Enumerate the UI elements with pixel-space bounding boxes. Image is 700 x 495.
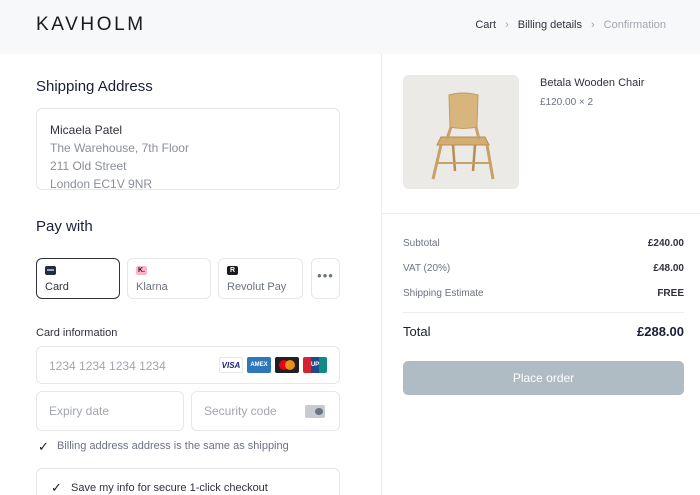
amex-icon: AMEX	[247, 357, 271, 373]
breadcrumb-billing-details[interactable]: Billing details	[518, 19, 582, 31]
expiry-date-input[interactable]: Expiry date	[36, 391, 184, 431]
breadcrumb-cart[interactable]: Cart	[475, 19, 496, 31]
total-row: Total £288.00	[403, 324, 684, 339]
more-dots-icon: •••	[317, 268, 334, 283]
shipping-estimate-label: Shipping Estimate	[403, 288, 484, 299]
product-image	[403, 75, 519, 189]
chevron-right-icon: ›	[590, 19, 595, 31]
address-line-3: London EC1V 9NR	[50, 177, 153, 190]
visa-icon: VISA	[219, 357, 243, 373]
mastercard-icon	[275, 357, 299, 373]
address-line-1: The Warehouse, 7th Floor	[50, 141, 189, 155]
product-price: £120.00 × 2	[540, 97, 594, 108]
brand-logo[interactable]: KAVHOLM	[36, 14, 146, 36]
vat-label: VAT (20%)	[403, 263, 451, 274]
payment-method-label: Card	[45, 281, 69, 293]
billing-same-checkbox[interactable]: ✓	[38, 440, 51, 453]
address-line-2: 211 Old Street	[50, 159, 127, 173]
unionpay-icon: UP	[303, 357, 327, 373]
card-brands: VISA AMEX UP	[219, 357, 327, 373]
chair-image	[403, 75, 519, 189]
top-bar: KAVHOLM Cart › Billing details › Confirm…	[0, 0, 700, 54]
payment-method-label: Klarna	[136, 281, 168, 293]
summary-divider	[382, 213, 700, 214]
shipping-name: Micaela Patel	[50, 123, 123, 137]
shipping-address-heading: Shipping Address	[36, 78, 153, 95]
subtotal-row: Subtotal £240.00	[403, 238, 684, 249]
klarna-icon: K.	[136, 266, 147, 275]
payment-method-label: Revolut Pay	[227, 281, 287, 293]
shipping-address-card[interactable]: Micaela Patel The Warehouse, 7th Floor 2…	[36, 108, 340, 190]
shipping-estimate-value: FREE	[657, 288, 684, 299]
product-name: Betala Wooden Chair	[540, 77, 645, 89]
column-divider	[381, 54, 382, 495]
revolut-icon: R	[227, 266, 238, 275]
vat-value: £48.00	[653, 263, 684, 274]
card-icon	[45, 266, 56, 275]
card-number-placeholder: 1234 1234 1234 1234	[49, 359, 166, 373]
breadcrumb: Cart › Billing details › Confirmation	[475, 19, 666, 31]
payment-method-card[interactable]: Card	[36, 258, 120, 299]
save-info-option[interactable]: ✓ Save my info for secure 1-click checko…	[36, 468, 340, 495]
shipping-row: Shipping Estimate FREE	[403, 288, 684, 299]
billing-same-label[interactable]: Billing address address is the same as s…	[57, 440, 289, 452]
save-info-label: Save my info for secure 1-click checkout	[71, 482, 268, 494]
payment-method-revolut-pay[interactable]: R Revolut Pay	[218, 258, 303, 299]
save-info-checkbox[interactable]: ✓	[51, 480, 62, 495]
pay-with-heading: Pay with	[36, 218, 93, 235]
total-value: £288.00	[637, 324, 684, 339]
security-code-placeholder: Security code	[204, 404, 277, 418]
total-label: Total	[403, 324, 431, 339]
subtotal-value: £240.00	[647, 238, 684, 249]
subtotal-label: Subtotal	[403, 238, 440, 249]
total-divider	[403, 312, 684, 313]
card-information-heading: Card information	[36, 327, 118, 339]
cvc-card-icon	[305, 405, 325, 418]
vat-row: VAT (20%) £48.00	[403, 263, 684, 274]
breadcrumb-confirmation: Confirmation	[603, 19, 666, 31]
card-number-input[interactable]: 1234 1234 1234 1234 VISA AMEX UP	[36, 346, 340, 384]
place-order-button[interactable]: Place order	[403, 361, 684, 395]
payment-method-klarna[interactable]: K. Klarna	[127, 258, 211, 299]
more-payment-methods-button[interactable]: •••	[311, 258, 340, 299]
expiry-placeholder: Expiry date	[49, 404, 110, 418]
chevron-right-icon: ›	[505, 19, 509, 31]
security-code-input[interactable]: Security code	[191, 391, 340, 431]
